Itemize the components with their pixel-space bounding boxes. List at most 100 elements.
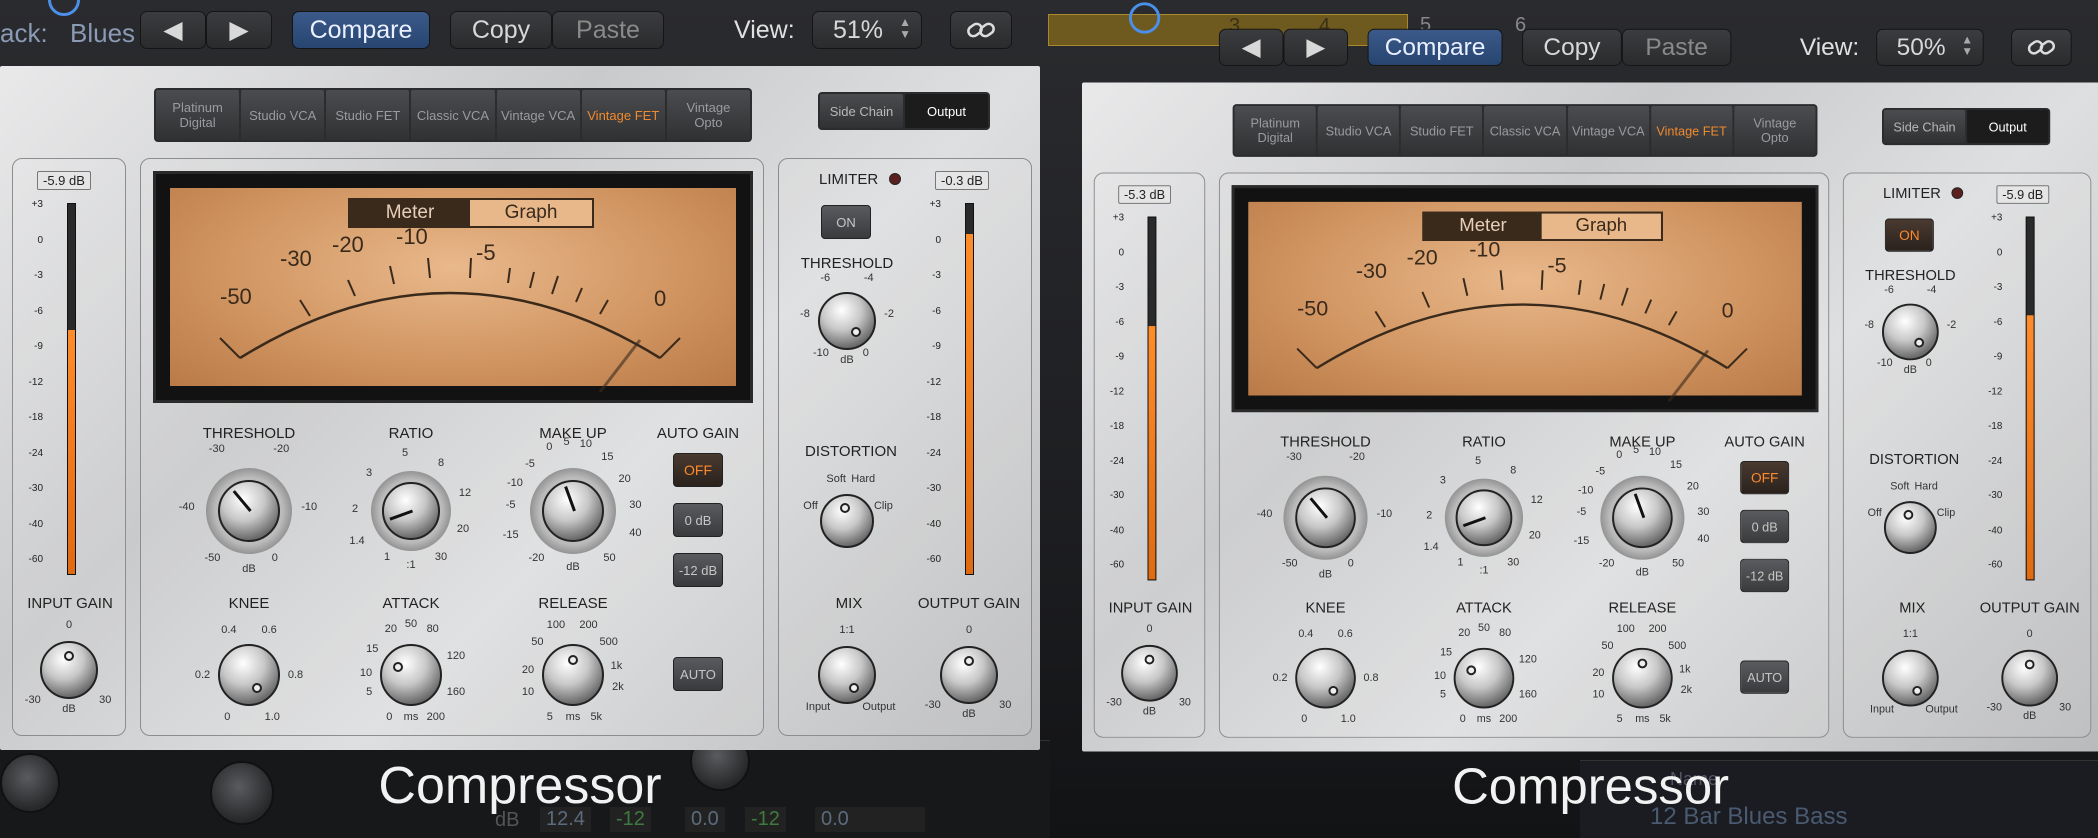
attack-knob[interactable] [380,644,442,706]
release-scale-label: 50 [1601,640,1614,653]
release-knob[interactable] [542,644,604,706]
output-tab[interactable]: Output [1967,109,2049,144]
limiter-on-button[interactable]: ON [1884,218,1934,252]
circuit-type-vintage-vca[interactable]: Vintage VCA [1567,106,1649,155]
copy-button[interactable]: Copy [1522,28,1622,66]
knee-knob[interactable] [1295,647,1356,709]
paste-button[interactable]: Paste [552,11,664,49]
ratio-knob[interactable] [1444,478,1524,557]
makeup-scale-label: -5 [1576,505,1587,518]
circuit-type-label: Vintage Opto [1753,115,1797,146]
sidechain-tab[interactable]: Side Chain [820,94,903,128]
view-zoom-select[interactable]: 50% ▲ ▼ [1876,28,1984,66]
meter-scale-label: 0 [935,234,941,246]
output-tab[interactable]: Output [905,94,988,128]
threshold-r-scale-label: -8 [1864,318,1875,331]
output-gain-knob[interactable] [2001,649,2059,707]
release-knob[interactable] [1612,647,1673,709]
output-label: Output [926,103,967,119]
knob-pointer [568,654,578,665]
auto-gain-off-button[interactable]: OFF [673,453,723,487]
limiter-threshold-knob[interactable] [1882,303,1939,361]
view-zoom-value: 51% [833,15,884,44]
auto-gain-0db-button[interactable]: 0 dB [1740,509,1790,544]
output-gain-knob[interactable] [940,646,998,704]
meter-scale-label: -12 [1988,386,2003,397]
previous-preset-button[interactable]: ◀ [140,11,206,49]
threshold-knob[interactable] [206,468,292,554]
knee-scale-label: 0 [224,710,231,723]
release-scale-label: 200 [1648,623,1667,636]
makeup-scale-label: 0 [546,440,553,453]
next-preset-button[interactable]: ▶ [1283,28,1349,66]
attack-scale-label: 120 [1518,654,1537,666]
circuit-type-label: Platinum Digital [172,100,223,130]
attack-knob[interactable] [1453,647,1515,709]
distortion-knob[interactable] [820,494,874,548]
vu-meter-window: Meter Graph -50 -30 -20 -10 -5 0 [1231,185,1819,413]
compare-button[interactable]: Compare [292,11,430,49]
auto-gain-label: AUTO GAIN [656,425,740,442]
mix-knob[interactable] [1882,649,1939,707]
circuit-type-vintage-opto[interactable]: Vintage Opto [1734,106,1816,155]
circuit-type-platinum-digital[interactable]: Platinum Digital [1234,106,1316,155]
link-button[interactable] [2011,28,2072,66]
auto-gain-0db-button[interactable]: 0 dB [673,503,723,537]
threshold-scale-label: -20 [273,442,290,455]
circuit-type-classic-vca[interactable]: Classic VCA [411,90,495,140]
circuit-type-vintage-vca[interactable]: Vintage VCA [496,90,580,140]
compressor-panel: Platinum Digital Studio VCA Studio FET Clas… [0,66,1040,750]
limiter-on-label: ON [1899,227,1920,243]
circuit-type-label: Studio VCA [249,107,317,123]
auto-release-button[interactable]: AUTO [673,657,723,691]
input-gain-scale-label: 30 [99,694,112,707]
link-button[interactable] [950,11,1012,49]
compare-button[interactable]: Compare [1367,28,1503,66]
previous-preset-button[interactable]: ◀ [1218,28,1284,66]
distortion-knob[interactable] [1883,501,1937,554]
next-preset-button[interactable]: ▶ [206,11,272,49]
knob-cap [542,644,604,706]
circuit-type-studio-vca[interactable]: Studio VCA [1317,106,1400,155]
circuit-type-vintage-fet[interactable]: Vintage FET [1650,106,1733,155]
ratio-scale-label: :1 [1479,564,1489,577]
circuit-type-studio-fet[interactable]: Studio FET [326,90,410,140]
circuit-type-studio-vca[interactable]: Studio VCA [241,90,325,140]
sidechain-label: Side Chain [1893,119,1956,134]
threshold-r-scale-label: -2 [1946,318,1957,331]
circuit-type-label: Studio FET [335,107,401,123]
power-icon[interactable] [1128,2,1161,34]
ratio-knob[interactable] [371,471,451,551]
circuit-type-platinum-digital[interactable]: Platinum Digital [156,90,240,140]
attack-scale-label: 160 [446,686,466,699]
circuit-type-studio-fet[interactable]: Studio FET [1401,106,1483,155]
auto-release-button[interactable]: AUTO [1740,660,1790,694]
limiter-threshold-knob[interactable] [818,292,876,350]
main-section: Meter Graph -50 -30 -20 -10 -5 0 THRESHO… [1218,172,1830,738]
mix-knob[interactable] [818,646,876,704]
auto-gain-minus12-button[interactable]: -12 dB [1740,558,1790,593]
meter-scale-label: -12 [28,376,43,388]
knob-pointer [1465,665,1476,676]
input-meter-fill [1148,326,1156,580]
circuit-type-vintage-fet[interactable]: Vintage FET [581,90,665,140]
auto-gain-off-button[interactable]: OFF [1740,461,1790,495]
makeup-scale-label: -5 [505,498,516,511]
circuit-type-selector: Platinum Digital Studio VCA Studio FET Clas… [154,88,752,142]
auto-gain-minus12-button[interactable]: -12 dB [673,553,723,587]
sidechain-tab[interactable]: Side Chain [1883,109,1966,144]
make-up-knob[interactable] [530,468,616,554]
input-gain-knob[interactable] [1121,644,1178,702]
threshold-scale-label: 0 [1347,558,1354,570]
paste-button[interactable]: Paste [1621,28,1732,66]
threshold-knob[interactable] [1283,475,1368,560]
circuit-type-vintage-opto[interactable]: Vintage Opto [666,90,750,140]
copy-button[interactable]: Copy [450,11,552,49]
limiter-on-button[interactable]: ON [821,205,871,239]
input-gain-knob[interactable] [40,641,98,699]
power-icon[interactable] [48,0,80,16]
make-up-knob[interactable] [1600,475,1685,560]
circuit-type-classic-vca[interactable]: Classic VCA [1484,106,1566,155]
view-zoom-select[interactable]: 51% ▲ ▼ [812,11,922,49]
knee-knob[interactable] [218,644,280,706]
